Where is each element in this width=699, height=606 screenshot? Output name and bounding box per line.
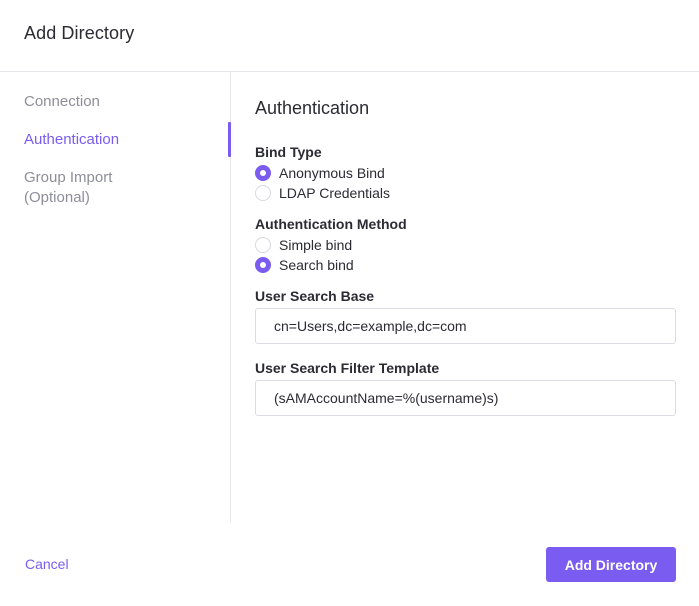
radio-checked-icon[interactable]: [255, 165, 271, 181]
user-search-base-input[interactable]: [255, 308, 676, 344]
dialog-title: Add Directory: [24, 23, 135, 43]
radio-label: Simple bind: [279, 237, 353, 253]
add-directory-dialog: Add Directory Connection Authentication …: [0, 0, 699, 606]
radio-label: LDAP Credentials: [279, 185, 391, 201]
bind-type-label: Bind Type: [255, 144, 322, 160]
active-step-indicator: [228, 122, 231, 157]
add-directory-button[interactable]: Add Directory: [546, 547, 676, 582]
radio-unchecked-icon[interactable]: [255, 185, 271, 201]
sidebar-item-connection[interactable]: Connection: [24, 92, 100, 112]
user-search-base-label: User Search Base: [255, 288, 375, 304]
radio-label: Search bind: [279, 257, 354, 273]
wizard-sidebar: Connection Authentication Group Import (…: [0, 72, 231, 522]
dialog-header: Add Directory: [0, 0, 699, 72]
cancel-button[interactable]: Cancel: [25, 556, 69, 572]
user-search-filter-input[interactable]: [255, 380, 676, 416]
radio-simple-bind[interactable]: Simple bind: [255, 235, 352, 255]
radio-unchecked-icon[interactable]: [255, 237, 271, 253]
sidebar-item-group-import[interactable]: Group Import (Optional): [24, 168, 134, 208]
user-search-filter-label: User Search Filter Template: [255, 360, 440, 376]
radio-label: Anonymous Bind: [279, 165, 385, 181]
section-title: Authentication: [255, 98, 370, 118]
radio-anonymous-bind[interactable]: Anonymous Bind: [255, 163, 385, 183]
radio-checked-icon[interactable]: [255, 257, 271, 273]
auth-method-label: Authentication Method: [255, 216, 407, 232]
sidebar-item-authentication[interactable]: Authentication: [24, 130, 119, 150]
radio-search-bind[interactable]: Search bind: [255, 255, 354, 275]
radio-ldap-credentials[interactable]: LDAP Credentials: [255, 183, 390, 203]
